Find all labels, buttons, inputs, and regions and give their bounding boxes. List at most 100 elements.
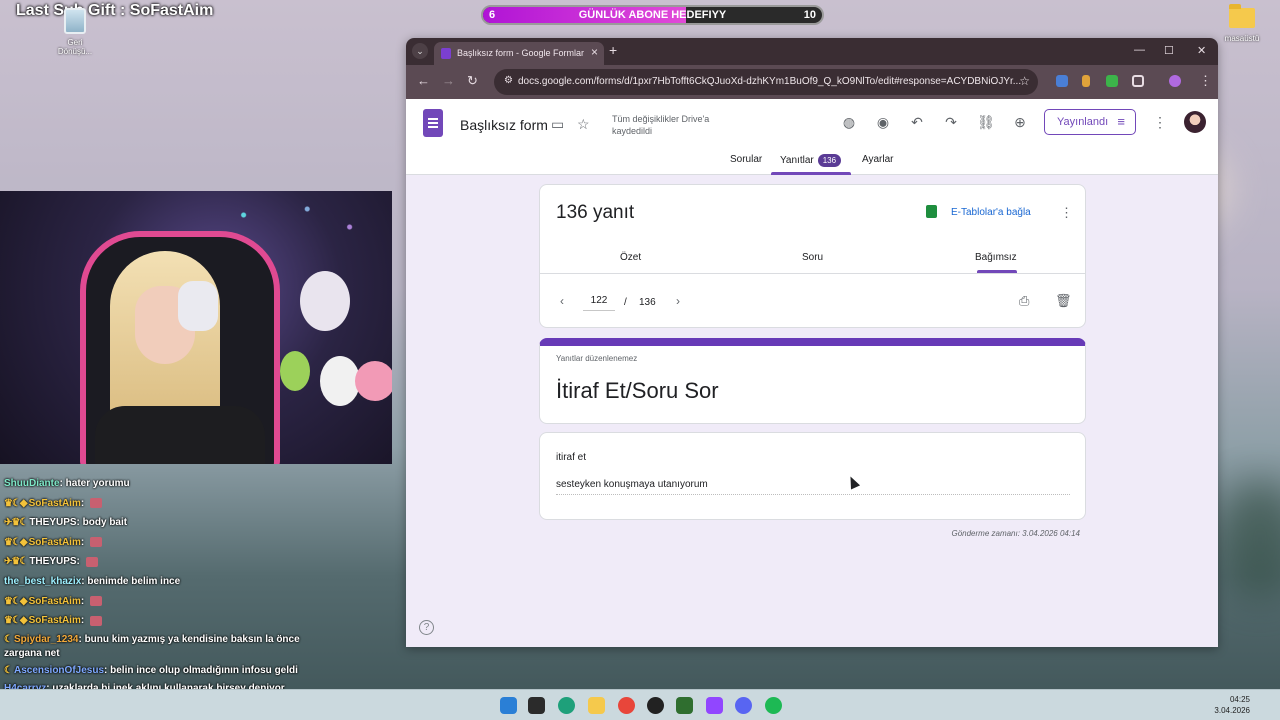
start-icon[interactable] <box>500 697 517 714</box>
plush-toy <box>280 351 310 391</box>
address-bar[interactable]: ⚙ docs.google.com/forms/d/1pxr7HbTofft6C… <box>494 69 1038 95</box>
chat-message: ShuuDiante: hater yorumu <box>0 474 400 494</box>
site-info-icon[interactable]: ⚙ <box>504 75 518 89</box>
chat-text: belin ince olup olmadığının infosu geldi <box>110 664 298 676</box>
tab-summary[interactable]: Özet <box>620 252 641 263</box>
plush-toy <box>320 356 360 406</box>
bookmark-star-icon[interactable]: ☆ <box>1019 74 1030 88</box>
responses-more-icon[interactable]: ⋮ <box>1060 205 1073 221</box>
individual-tab-indicator <box>977 270 1017 273</box>
preview-eye-icon[interactable]: ◉ <box>874 114 892 132</box>
system-clock[interactable]: 04:25 3.04.2026 <box>1214 694 1250 716</box>
chat-emote-icon <box>85 556 98 567</box>
palette-icon[interactable]: ◍ <box>840 114 858 132</box>
translate-extension-icon[interactable] <box>1056 75 1068 87</box>
sub-goal-target: 10 <box>803 9 816 21</box>
chat-colon: : <box>80 615 87 627</box>
desktop-folder-shortcut[interactable]: masaüstü <box>1222 4 1262 43</box>
chat-username[interactable]: SoFastAim <box>29 498 81 509</box>
maximize-icon[interactable]: ☐ <box>1164 44 1174 57</box>
chat-emote-icon <box>89 537 102 548</box>
chat-emote-icon <box>89 615 102 626</box>
chat-message: ♛☾◆ SoFastAim: <box>0 592 400 612</box>
reload-icon[interactable]: ↻ <box>467 73 478 89</box>
file-explorer-icon[interactable] <box>588 697 605 714</box>
responses-count-badge: 136 <box>817 154 842 167</box>
chat-username[interactable]: SoFastAim <box>29 596 81 607</box>
chat-text: hater yorumu <box>65 478 130 489</box>
response-pager: ‹ 122 / 136 › ⎙ 🗑 <box>540 275 1085 327</box>
add-collaborator-icon[interactable]: ⊕ <box>1011 114 1029 132</box>
undo-icon[interactable]: ↶ <box>908 114 926 132</box>
chrome-icon[interactable] <box>618 697 635 714</box>
new-tab-icon[interactable]: + <box>609 42 617 58</box>
active-tab-indicator <box>771 172 851 175</box>
link-to-sheets-button[interactable]: E-Tablolar'a bağla <box>951 207 1031 218</box>
back-icon[interactable]: ← <box>417 73 430 88</box>
redo-icon[interactable]: ↷ <box>942 114 960 132</box>
edge-icon[interactable] <box>558 697 575 714</box>
chat-badge-icon: ♛☾◆ <box>4 497 28 509</box>
delete-icon[interactable]: 🗑 <box>1055 293 1072 309</box>
tab-question[interactable]: Soru <box>802 252 823 263</box>
tab-settings[interactable]: Ayarlar <box>862 154 894 165</box>
extension-icon[interactable] <box>1106 75 1118 87</box>
chat-colon: : <box>76 556 83 568</box>
chat-username[interactable]: Spiydar_1234 <box>14 634 79 645</box>
chat-username[interactable]: THEYUPS <box>29 517 76 528</box>
form-title[interactable]: Başlıksız form <box>460 117 548 133</box>
discord-icon[interactable] <box>735 697 752 714</box>
tab-individual[interactable]: Bağımsız <box>975 252 1017 263</box>
response-index-input[interactable]: 122 <box>583 295 615 311</box>
account-avatar[interactable] <box>1184 111 1206 133</box>
terminal-icon[interactable] <box>528 697 545 714</box>
answer-card: itiraf et sesteyken konuşmaya utanıyorum <box>539 432 1086 520</box>
recycle-bin-shortcut[interactable]: Geri Dönüşü... <box>55 8 95 56</box>
link-icon[interactable]: ⛓ <box>977 114 995 132</box>
star-icon[interactable]: ☆ <box>577 116 590 133</box>
chat-username[interactable]: the_best_khazix <box>4 576 81 587</box>
spotify-icon[interactable] <box>765 697 782 714</box>
previous-response-icon[interactable]: ‹ <box>560 294 564 308</box>
browser-tab[interactable]: Başlıksız form - Google Formlar × <box>434 42 604 65</box>
streamer-shirt <box>95 406 265 464</box>
profile-avatar-icon[interactable] <box>1169 75 1181 87</box>
chat-username[interactable]: AscensionOfJesus <box>14 665 104 676</box>
chat-username[interactable]: SoFastAim <box>29 537 81 548</box>
published-button[interactable]: Yayınlandı ≡ <box>1044 109 1136 135</box>
tab-search-button[interactable]: ⌄ <box>412 43 428 59</box>
help-icon[interactable]: ? <box>419 620 434 635</box>
chat-badge-icon: ♛☾◆ <box>4 615 28 627</box>
google-forms-logo-icon[interactable] <box>423 109 443 137</box>
extensions-puzzle-icon[interactable] <box>1132 75 1144 87</box>
twitch-icon[interactable] <box>706 697 723 714</box>
chat-username[interactable]: THEYUPS <box>29 556 76 567</box>
chat-username[interactable]: SoFastAim <box>29 615 81 626</box>
chat-message: ✈♛☾ THEYUPS: body bait <box>0 513 400 533</box>
obs-icon[interactable] <box>647 697 664 714</box>
address-toolbar: ← → ↻ ⚙ docs.google.com/forms/d/1pxr7HbT… <box>406 65 1218 99</box>
chat-badge-icon: ♛☾◆ <box>4 536 28 548</box>
minimize-icon[interactable]: — <box>1134 44 1145 56</box>
close-window-icon[interactable]: ✕ <box>1197 44 1206 57</box>
tab-responses[interactable]: Yanıtlar 136 <box>780 154 842 167</box>
taskbar: 04:25 3.04.2026 <box>0 689 1280 720</box>
app-icon[interactable] <box>676 697 693 714</box>
chat-emote-icon <box>89 595 102 606</box>
clock-time: 04:25 <box>1229 695 1250 704</box>
next-response-icon[interactable]: › <box>676 294 680 308</box>
chat-message: ♛☾◆ SoFastAim: <box>0 533 400 553</box>
browser-menu-icon[interactable]: ⋮ <box>1199 73 1212 89</box>
tab-close-icon[interactable]: × <box>591 45 598 59</box>
forms-header: Başlıksız form ▭ ☆ Tüm değişiklikler Dri… <box>406 99 1218 175</box>
forward-icon[interactable]: → <box>442 73 455 88</box>
tab-questions[interactable]: Sorular <box>730 154 762 165</box>
more-options-icon[interactable]: ⋮ <box>1151 114 1169 132</box>
print-icon[interactable]: ⎙ <box>1019 293 1029 309</box>
responses-count-title: 136 yanıt <box>556 202 635 223</box>
extension-icon[interactable] <box>1082 75 1090 87</box>
chat-colon: : <box>80 497 87 509</box>
clock-date: 3.04.2026 <box>1214 706 1250 715</box>
move-to-folder-icon[interactable]: ▭ <box>551 116 564 133</box>
chat-username[interactable]: ShuuDiante <box>4 478 60 489</box>
